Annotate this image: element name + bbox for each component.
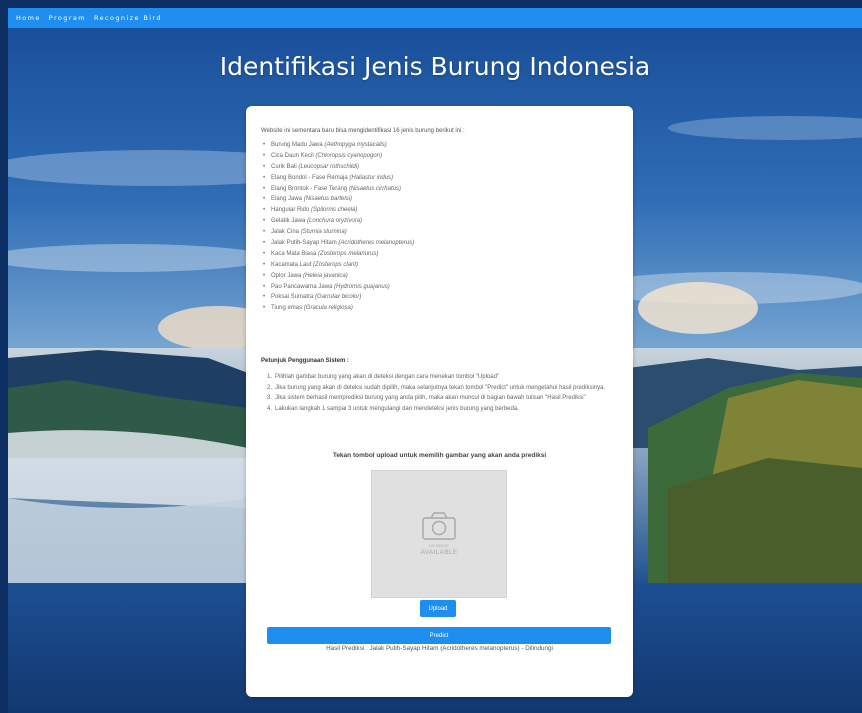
species-scientific-name: (Nisaetus cirrhatus) [348, 185, 401, 192]
species-name: Burung Madu Jawa [271, 142, 323, 148]
species-item: Cica Daun Kecil (Chloropsis cyanopogon) [261, 151, 414, 162]
species-item: Jalak Putih-Sayap Hitam (Acridotheres me… [261, 238, 414, 249]
species-scientific-name: (Haliastur indus) [349, 174, 394, 181]
species-scientific-name: (Zosterops clarit) [313, 261, 359, 268]
step-text: Jika burung yang akan di deteksi sudah d… [275, 384, 606, 391]
upload-hint: Tekan tombol upload untuk memilih gambar… [332, 452, 547, 459]
species-scientific-name: (Leucopsar rothschildi) [298, 163, 360, 170]
species-scientific-name: (Spilornis cheela) [311, 207, 358, 214]
placeholder-text: AVAILABLE [420, 549, 458, 556]
placeholder-text-small: NO IMAGE [429, 544, 449, 548]
species-name: Hanguiar Rido [271, 207, 310, 214]
guide-step: 4. Lakukan langkah 1 sampai 3 untuk mengu… [261, 404, 621, 415]
species-scientific-name: (Chloropsis cyanopogon) [315, 152, 383, 159]
species-item: Oplor Jawa (Heleia javanica) [261, 271, 414, 282]
top-navbar: Home Program Recognize Bird [8, 8, 862, 28]
species-scientific-name: (Zosterops melanurus) [318, 250, 379, 257]
species-scientific-name: (Nisaetus bartelsi) [303, 196, 353, 203]
species-scientific-name: (Heleia javanica) [303, 272, 348, 279]
species-name: Kaca Mata Biasa [271, 250, 317, 257]
species-item: Elang Bondol - Fase Remaja (Haliastur in… [261, 173, 414, 184]
page-title: Identifikasi Jenis Burung Indonesia [219, 52, 651, 81]
species-name: Poksai Sumatra [271, 294, 314, 301]
step-text: Pilihlah gambar burung yang akan di dete… [275, 374, 500, 380]
step-number: 2. [267, 384, 273, 391]
species-scientific-name: (Garrulax bicolor) [315, 294, 362, 301]
step-number: 1. [267, 374, 273, 380]
species-item: Elang Jawa (Nisaetus bartelsi) [261, 194, 414, 205]
step-number: 4. [267, 405, 273, 412]
species-item: Kacamata Laut (Zosterops clarit) [261, 260, 414, 271]
species-name: Jalak Cina [271, 229, 300, 236]
nav-recognize-bird[interactable]: Recognize Bird [94, 14, 162, 22]
species-item: Gelatik Jawa (Lonchura oryzivora) [261, 216, 414, 227]
nav-program[interactable]: Program [49, 14, 86, 22]
species-name: Pao Pancawarna Jawa [271, 283, 333, 290]
step-text: Lakukan langkah 1 sampai 3 untuk mengula… [275, 405, 519, 412]
main-card: Website ini sementara baru bisa mengiden… [246, 106, 633, 697]
species-item: Jalak Cina (Sturnia sturnina) [261, 227, 414, 238]
species-name: Elang Brontok - Fase Terang [271, 185, 348, 192]
species-name: Kacamata Laut [271, 261, 312, 268]
species-name: Gelatik Jawa [271, 218, 306, 225]
species-item: Elang Brontok - Fase Terang (Nisaetus ci… [261, 184, 414, 195]
species-name: Oplor Jawa [271, 272, 302, 279]
species-list: Burung Madu Jawa (Aethopyga mystacalis) … [261, 140, 414, 314]
predict-button[interactable]: Predict [267, 627, 611, 644]
guide-steps: 1. Pilihlah gambar burung yang akan di de… [261, 372, 621, 414]
species-item: Curik Bali (Leucopsar rothschildi) [261, 162, 414, 173]
prediction-result: Hasil Prediksi : Jalak Putih-Sayap Hitam… [326, 645, 553, 652]
guide-step: 1. Pilihlah gambar burung yang akan di de… [261, 372, 621, 383]
guide-heading: Petunjuk Penggunaan Sistem : [261, 358, 350, 364]
species-item: Hanguiar Rido (Spilornis cheela) [261, 205, 414, 216]
species-item: Tiung emas (Gracula religiosa) [261, 303, 414, 314]
species-scientific-name: (Gracula religiosa) [303, 305, 353, 312]
species-name: Curik Bali [271, 163, 297, 170]
camera-icon [422, 512, 456, 540]
species-item: Burung Madu Jawa (Aethopyga mystacalis) [261, 140, 414, 151]
species-item: Poksai Sumatra (Garrulax bicolor) [261, 292, 414, 303]
step-number: 3. [267, 395, 273, 401]
species-scientific-name: (Hydrornis guajanus) [334, 283, 390, 290]
species-item: Kaca Mata Biasa (Zosterops melanurus) [261, 249, 414, 260]
species-name: Elang Jawa [271, 196, 303, 203]
step-text: Jika sistem berhasil memprediksi burung … [275, 395, 586, 401]
guide-step: 3. Jika sistem berhasil memprediksi burun… [261, 393, 621, 404]
species-item: Pao Pancawarna Jawa (Hydrornis guajanus) [261, 282, 414, 293]
upload-button[interactable]: Upload [420, 600, 456, 617]
species-scientific-name: (Aethopyga mystacalis) [324, 142, 387, 148]
nav-home[interactable]: Home [16, 14, 41, 22]
intro-text: Website ini sementara baru bisa mengiden… [261, 128, 465, 134]
species-name: Jalak Putih-Sayap Hitam [271, 240, 337, 247]
species-scientific-name: (Acridotheres melanopterus) [338, 240, 415, 247]
species-scientific-name: (Lonchura oryzivora) [307, 218, 363, 225]
species-scientific-name: (Sturnia sturnina) [300, 229, 347, 236]
species-name: Elang Bondol - Fase Remaja [271, 174, 348, 181]
browser-viewport: Home Program Recognize Bird Identifikasi… [8, 8, 862, 713]
guide-step: 2. Jika burung yang akan di deteksi sudah… [261, 383, 621, 394]
species-name: Cica Daun Kecil [271, 152, 314, 159]
image-preview: NO IMAGE AVAILABLE [371, 470, 507, 598]
species-name: Tiung emas [271, 305, 303, 312]
